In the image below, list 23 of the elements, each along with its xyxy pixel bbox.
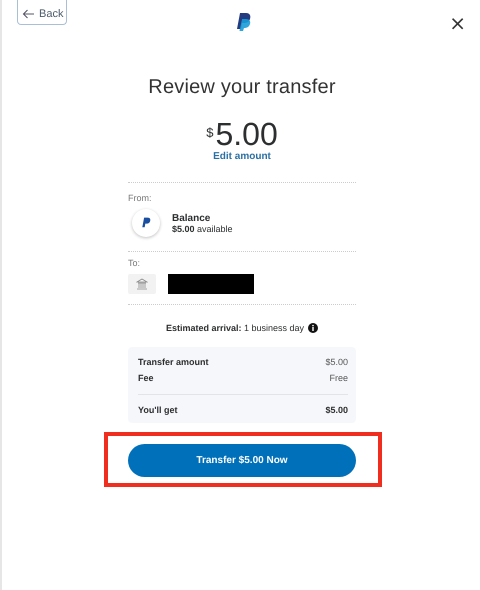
available-balance: $5.00 available (172, 224, 233, 234)
logo-icon (235, 12, 253, 32)
total-value: $5.00 (325, 405, 348, 415)
to-label: To: (128, 258, 142, 268)
total-label: You'll get (138, 405, 178, 415)
amount-value: 5.00 (215, 117, 278, 151)
info-icon[interactable] (308, 323, 318, 333)
edit-amount-link[interactable]: Edit amount (213, 151, 271, 162)
account-name: Balance (172, 212, 212, 224)
back-button[interactable]: Back (17, 0, 68, 25)
paypal-logo-icon (132, 209, 160, 237)
transfer-button[interactable]: Transfer $5.00 Now (128, 444, 356, 477)
back-arrow-icon (22, 9, 35, 19)
summary-label: Transfer amount (138, 357, 209, 367)
close-button[interactable]: × (449, 13, 466, 33)
page-title: Review your transfer (147, 76, 337, 99)
estimated-arrival: Estimated arrival: 1 business day (166, 323, 304, 333)
bank-icon (128, 274, 156, 294)
summary-value: $5.00 (325, 357, 348, 367)
summary-value: Free (329, 373, 348, 383)
currency-symbol: $ (206, 125, 214, 140)
from-label: From: (128, 193, 152, 203)
summary-label: Fee (138, 373, 154, 383)
